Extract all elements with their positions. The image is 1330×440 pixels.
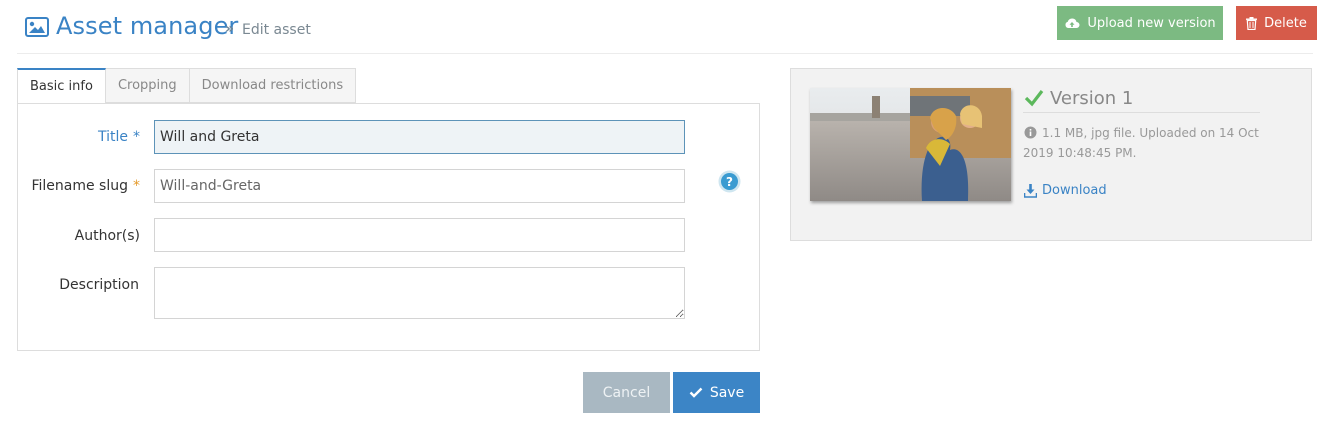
version-divider: [1023, 112, 1260, 113]
header-divider: [17, 53, 1313, 54]
title-label: Title *: [97, 129, 140, 145]
image-icon: [25, 17, 49, 37]
version-title: Version 1: [1050, 88, 1134, 109]
filename-slug-input[interactable]: [154, 169, 685, 203]
asset-thumbnail[interactable]: [810, 88, 1011, 201]
description-textarea[interactable]: [154, 267, 685, 319]
title-input[interactable]: [154, 120, 685, 154]
version-file-info: 1.1 MB, jpg file. Uploaded on 14 Oct 201…: [1023, 126, 1259, 160]
cancel-button[interactable]: Cancel: [583, 372, 670, 413]
authors-input[interactable]: [154, 218, 685, 252]
asset-tabs: Basic info Cropping Download restriction…: [17, 68, 357, 104]
trash-icon: [1246, 16, 1258, 30]
tab-download-restrictions[interactable]: Download restrictions: [189, 68, 357, 103]
asset-thumbnail-image: [810, 88, 1011, 201]
tab-cropping[interactable]: Cropping: [105, 68, 190, 103]
page-header: Asset manager » Edit asset Upload new ve…: [0, 0, 1330, 56]
check-icon: [1024, 90, 1044, 107]
save-button-label: Save: [709, 384, 745, 401]
upload-new-version-button[interactable]: Upload new version: [1057, 6, 1223, 40]
cloud-upload-icon: [1065, 18, 1080, 28]
filename-slug-label: Filename slug *: [31, 178, 140, 194]
breadcrumb-separator: »: [225, 21, 235, 37]
save-button[interactable]: Save: [673, 372, 760, 413]
delete-button-label: Delete: [1264, 15, 1307, 31]
check-icon: [689, 387, 703, 398]
breadcrumb-current: Edit asset: [242, 22, 311, 38]
upload-button-label: Upload new version: [1087, 15, 1216, 31]
authors-label: Author(s): [74, 228, 140, 244]
page-title: Asset manager: [56, 12, 239, 40]
tab-basic-info[interactable]: Basic info: [17, 68, 106, 104]
question-circle-icon[interactable]: ?: [718, 170, 741, 193]
required-mark: *: [133, 129, 140, 145]
svg-text:?: ?: [726, 175, 733, 189]
download-link[interactable]: Download: [1042, 183, 1107, 198]
download-icon: [1024, 184, 1037, 198]
required-mark: *: [133, 178, 140, 194]
description-label: Description: [59, 277, 139, 293]
delete-button[interactable]: Delete: [1236, 6, 1317, 40]
